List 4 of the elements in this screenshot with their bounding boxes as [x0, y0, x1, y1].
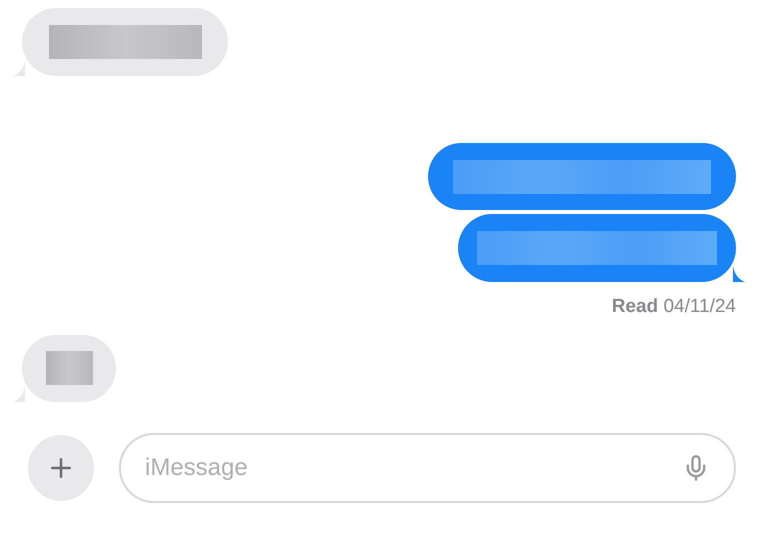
- message-input[interactable]: iMessage: [145, 450, 682, 486]
- bubble-tail-icon: [733, 266, 745, 282]
- read-receipt: Read 04/11/24: [612, 295, 736, 319]
- message-field[interactable]: iMessage: [119, 432, 736, 502]
